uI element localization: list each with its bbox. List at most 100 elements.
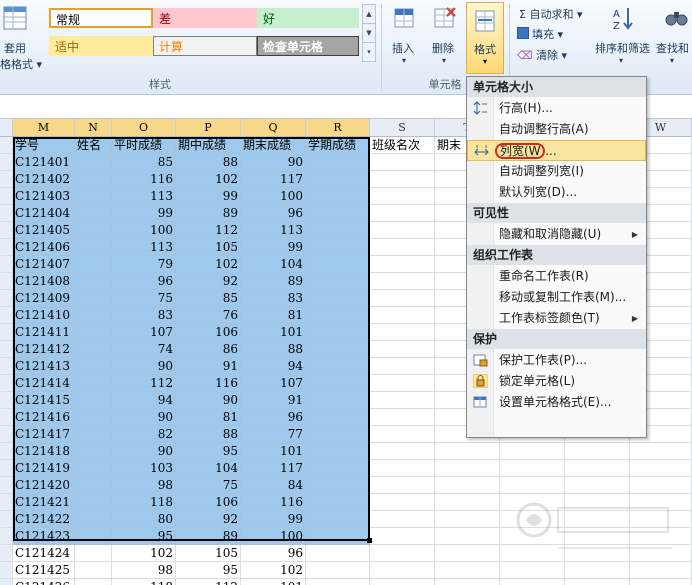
- clear-button[interactable]: ⌫ 清除 ▾: [517, 47, 567, 63]
- cell-style-option[interactable]: 检查单元格: [257, 36, 359, 56]
- grid-cell[interactable]: C121410: [13, 307, 75, 324]
- grid-cell[interactable]: 期末成绩: [241, 137, 306, 154]
- menu-item[interactable]: 列宽(W)...: [467, 140, 646, 161]
- grid-cell[interactable]: C121418: [13, 443, 75, 460]
- grid-cell[interactable]: [75, 426, 112, 443]
- row-header[interactable]: [0, 256, 13, 273]
- grid-cell[interactable]: [306, 460, 370, 477]
- menu-item[interactable]: 隐藏和取消隐藏(U) ▶: [467, 224, 646, 245]
- grid-cell[interactable]: 88: [241, 341, 306, 358]
- grid-cell[interactable]: [306, 579, 370, 585]
- menu-item[interactable]: 移动或复制工作表(M)...: [467, 287, 646, 308]
- grid-cell[interactable]: 79: [112, 256, 176, 273]
- grid-cell[interactable]: 101: [241, 579, 306, 585]
- grid-cell[interactable]: [370, 290, 435, 307]
- grid-cell[interactable]: 96: [241, 205, 306, 222]
- grid-cell[interactable]: C121415: [13, 392, 75, 409]
- grid-cell[interactable]: [565, 443, 630, 460]
- grid-cell[interactable]: C121408: [13, 273, 75, 290]
- grid-cell[interactable]: [75, 477, 112, 494]
- grid-cell[interactable]: 99: [112, 205, 176, 222]
- grid-cell[interactable]: C121414: [13, 375, 75, 392]
- grid-cell[interactable]: 102: [241, 562, 306, 579]
- grid-cell[interactable]: C121401: [13, 154, 75, 171]
- grid-cell[interactable]: [75, 341, 112, 358]
- grid-cell[interactable]: C121420: [13, 477, 75, 494]
- format-as-table-button[interactable]: [0, 4, 30, 36]
- grid-cell[interactable]: 80: [112, 511, 176, 528]
- grid-cell[interactable]: 81: [176, 409, 241, 426]
- grid-cell[interactable]: 83: [112, 307, 176, 324]
- row-header[interactable]: [0, 477, 13, 494]
- grid-cell[interactable]: [306, 341, 370, 358]
- grid-cell[interactable]: 90: [112, 409, 176, 426]
- grid-cell[interactable]: 116: [241, 494, 306, 511]
- grid-cell[interactable]: [306, 426, 370, 443]
- row-header[interactable]: [0, 579, 13, 585]
- grid-cell[interactable]: [370, 443, 435, 460]
- grid-cell[interactable]: [370, 375, 435, 392]
- row-header[interactable]: [0, 511, 13, 528]
- row-header[interactable]: [0, 154, 13, 171]
- grid-cell[interactable]: [370, 494, 435, 511]
- grid-cell[interactable]: C121404: [13, 205, 75, 222]
- grid-cell[interactable]: [75, 188, 112, 205]
- column-header[interactable]: S: [370, 119, 435, 137]
- column-header[interactable]: N: [75, 119, 112, 137]
- grid-cell[interactable]: [435, 494, 500, 511]
- grid-cell[interactable]: 90: [112, 358, 176, 375]
- grid-cell[interactable]: [370, 188, 435, 205]
- row-header[interactable]: [0, 562, 13, 579]
- grid-cell[interactable]: [306, 290, 370, 307]
- grid-cell[interactable]: [306, 222, 370, 239]
- grid-cell[interactable]: 101: [241, 443, 306, 460]
- grid-cell[interactable]: C121416: [13, 409, 75, 426]
- row-header[interactable]: [0, 392, 13, 409]
- grid-cell[interactable]: [75, 290, 112, 307]
- grid-cell[interactable]: 86: [176, 341, 241, 358]
- grid-cell[interactable]: [370, 222, 435, 239]
- grid-cell[interactable]: 77: [241, 426, 306, 443]
- grid-cell[interactable]: [306, 154, 370, 171]
- grid-cell[interactable]: [370, 579, 435, 585]
- grid-cell[interactable]: [306, 239, 370, 256]
- row-header[interactable]: [0, 273, 13, 290]
- grid-cell[interactable]: [75, 409, 112, 426]
- grid-cell[interactable]: [306, 443, 370, 460]
- grid-cell[interactable]: [306, 358, 370, 375]
- grid-cell[interactable]: 112: [176, 222, 241, 239]
- grid-cell[interactable]: [630, 562, 692, 579]
- grid-cell[interactable]: [75, 171, 112, 188]
- column-header[interactable]: M: [13, 119, 75, 137]
- grid-cell[interactable]: 90: [241, 154, 306, 171]
- grid-cell[interactable]: 班级名次: [370, 137, 435, 154]
- find-select-button[interactable]: [660, 4, 692, 36]
- grid-cell[interactable]: [370, 528, 435, 545]
- grid-cell[interactable]: 107: [112, 324, 176, 341]
- grid-cell[interactable]: [75, 375, 112, 392]
- grid-cell[interactable]: C121413: [13, 358, 75, 375]
- grid-cell[interactable]: 112: [112, 375, 176, 392]
- grid-cell[interactable]: [370, 460, 435, 477]
- grid-cell[interactable]: [306, 256, 370, 273]
- row-header[interactable]: [0, 222, 13, 239]
- grid-cell[interactable]: 81: [241, 307, 306, 324]
- grid-cell[interactable]: [435, 545, 500, 562]
- grid-cell[interactable]: [306, 375, 370, 392]
- grid-cell[interactable]: C121405: [13, 222, 75, 239]
- grid-cell[interactable]: [370, 307, 435, 324]
- grid-cell[interactable]: [370, 256, 435, 273]
- grid-cell[interactable]: [75, 579, 112, 585]
- grid-cell[interactable]: 85: [176, 290, 241, 307]
- grid-cell[interactable]: [435, 511, 500, 528]
- grid-cell[interactable]: 学号: [13, 137, 75, 154]
- row-header[interactable]: [0, 341, 13, 358]
- grid-cell[interactable]: 94: [241, 358, 306, 375]
- row-header[interactable]: [0, 307, 13, 324]
- grid-cell[interactable]: [435, 460, 500, 477]
- grid-cell[interactable]: [75, 443, 112, 460]
- grid-cell[interactable]: 118: [112, 579, 176, 585]
- grid-cell[interactable]: [370, 273, 435, 290]
- row-header[interactable]: [0, 171, 13, 188]
- grid-cell[interactable]: C121419: [13, 460, 75, 477]
